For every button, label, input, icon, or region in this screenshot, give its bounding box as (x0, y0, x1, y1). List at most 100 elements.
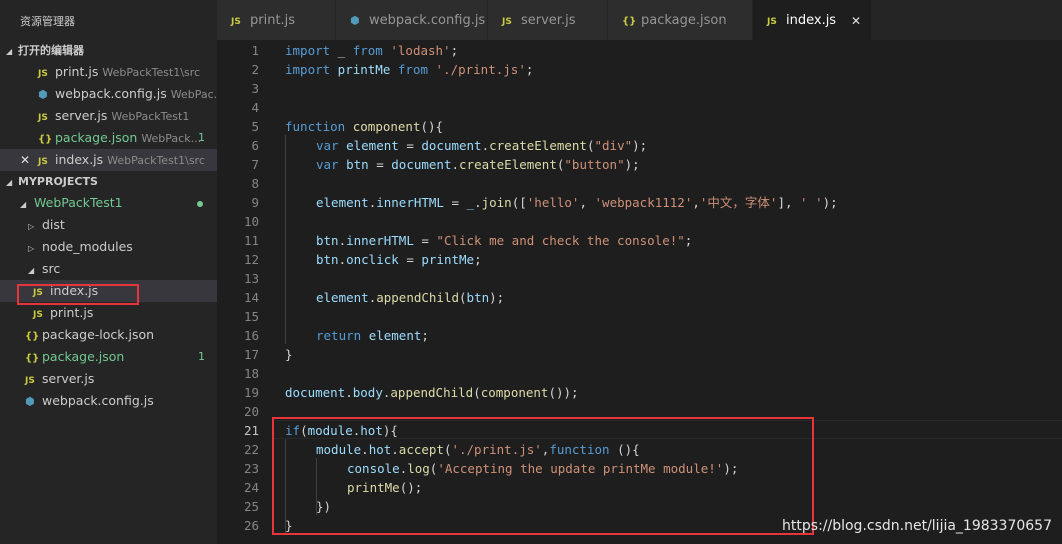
file-name: package-lock.json (42, 327, 155, 342)
open-editor-item[interactable]: ⬢ webpack.config.jsWebPac... (0, 83, 217, 105)
open-editor-item[interactable]: JS server.js WebPackTest1 (0, 105, 217, 127)
open-editor-item[interactable]: {} package.json WebPack... 1 (0, 127, 217, 149)
project-header[interactable]: ◢ MYPROJECTS (0, 171, 217, 192)
file-name: server.js (55, 108, 108, 123)
tree-file-webpack-config[interactable]: ⬢ webpack.config.js (0, 390, 217, 412)
webpack-cube-icon: ⬢ (25, 395, 35, 408)
code-token: "div" (594, 138, 633, 153)
folder-name: node_modules (42, 239, 133, 254)
line-number: 19 (243, 385, 259, 400)
code-token: btn (316, 252, 339, 267)
code-token: body (352, 385, 383, 400)
line-number: 7 (251, 157, 259, 172)
open-editors-header[interactable]: ◢ 打开的编辑器 (0, 40, 217, 61)
code-token: . (481, 138, 490, 153)
tree-file-print-js[interactable]: JS print.js (0, 302, 217, 324)
line-number: 16 (243, 328, 259, 343)
code-line: element.innerHTML = _.join(['hello', 'we… (316, 193, 838, 212)
tree-folder-dist[interactable]: ▷ dist (0, 214, 217, 236)
project-label: MYPROJECTS (18, 175, 98, 188)
json-braces-icon: {} (622, 16, 637, 27)
editor-tab-bar: JS print.js ⬢ webpack.config.js JS server.j… (217, 0, 1062, 40)
code-line: import printMe from './print.js'; (285, 60, 533, 79)
code-line: btn.onclick = printMe; (316, 250, 482, 269)
code-token: document (421, 138, 482, 153)
open-editor-item[interactable]: JS print.js WebPackTest1\src (0, 61, 217, 83)
line-number: 26 (243, 518, 259, 533)
code-line: element.appendChild(btn); (316, 288, 504, 307)
code-token: ()); (548, 385, 579, 400)
code-token: './print.js' (435, 62, 526, 77)
tree-file-package-json[interactable]: {} package.json 1 (0, 346, 217, 368)
file-path: WebPackTest1 (111, 110, 190, 123)
tab-index-js[interactable]: JS index.js ✕ (753, 0, 872, 40)
code-token: innerHTML (346, 233, 414, 248)
line-number: 24 (243, 480, 259, 495)
line-number: 25 (243, 499, 259, 514)
tree-folder-root[interactable]: ◢ WebPackTest1 (0, 192, 217, 214)
code-token: import (285, 62, 331, 77)
line-number: 2 (251, 62, 259, 77)
tab-package-json[interactable]: {} package.json (608, 0, 753, 40)
code-editor[interactable]: 1 2 3 4 5 6 7 8 9 10 11 12 13 14 15 16 1… (217, 40, 1062, 544)
indent-guide (285, 135, 286, 344)
code-token: document (391, 157, 452, 172)
file-name: webpack.config.js (55, 86, 167, 101)
line-number: 12 (243, 252, 259, 267)
code-token: . (338, 252, 347, 267)
code-token: printMe (330, 62, 398, 77)
tree-file-server-js[interactable]: JS server.js (0, 368, 217, 390)
tab-print-js[interactable]: JS print.js (217, 0, 336, 40)
code-token: var (316, 138, 339, 153)
code-token: btn (346, 157, 369, 172)
tree-file-package-lock[interactable]: {} package-lock.json (0, 324, 217, 346)
close-tab-icon[interactable]: ✕ (851, 0, 861, 42)
code-token: , (579, 195, 595, 210)
chevron-right-icon: ▷ (28, 222, 35, 231)
code-token: onclick (346, 252, 399, 267)
tab-label: server.js (521, 13, 576, 28)
tab-server-js[interactable]: JS server.js (488, 0, 608, 40)
chevron-down-icon: ◢ (6, 178, 13, 187)
json-braces-icon: {} (38, 134, 53, 145)
code-token: '中文，字体' (699, 195, 778, 210)
tab-label: webpack.config.js (369, 13, 486, 28)
code-token: 'lodash' (390, 43, 451, 58)
line-number: 9 (251, 195, 259, 210)
code-token: var (316, 157, 339, 172)
line-number: 8 (251, 176, 259, 191)
tab-webpack-config[interactable]: ⬢ webpack.config.js (336, 0, 488, 40)
code-token: element (316, 195, 369, 210)
close-icon[interactable]: ✕ (20, 149, 30, 171)
code-token: _ (466, 195, 475, 210)
line-number-current: 21 (243, 423, 259, 438)
js-file-icon: JS (33, 310, 43, 320)
code-token: = (413, 233, 437, 248)
webpack-cube-icon: ⬢ (38, 88, 48, 101)
code-line: import _ from 'lodash'; (285, 41, 458, 60)
open-editor-item-active[interactable]: ✕ JS index.js WebPackTest1\src (0, 149, 217, 171)
watermark-text: https://blog.csdn.net/lijia_1983370657 (782, 518, 1052, 534)
problem-count-badge: 1 (198, 350, 205, 363)
highlight-box (17, 284, 139, 305)
tree-folder-node-modules[interactable]: ▷ node_modules (0, 236, 217, 258)
line-number: 13 (243, 271, 259, 286)
line-number: 1 (251, 43, 259, 58)
file-name: package.json (42, 349, 125, 364)
code-token: component (352, 119, 421, 134)
code-token: element (346, 138, 399, 153)
folder-name: WebPackTest1 (34, 195, 123, 210)
tree-folder-src[interactable]: ◢ src (0, 258, 217, 280)
file-path: WebPackTest1\src (102, 66, 201, 79)
line-number: 14 (243, 290, 259, 305)
file-name: server.js (42, 371, 95, 386)
code-token: document (285, 385, 346, 400)
line-number: 3 (251, 81, 259, 96)
code-token: = (398, 252, 422, 267)
code-token: appendChild (376, 290, 460, 305)
code-token: btn (316, 233, 339, 248)
code-token: createElement (459, 157, 557, 172)
code-token: return (316, 328, 362, 343)
code-token: ; (525, 62, 534, 77)
